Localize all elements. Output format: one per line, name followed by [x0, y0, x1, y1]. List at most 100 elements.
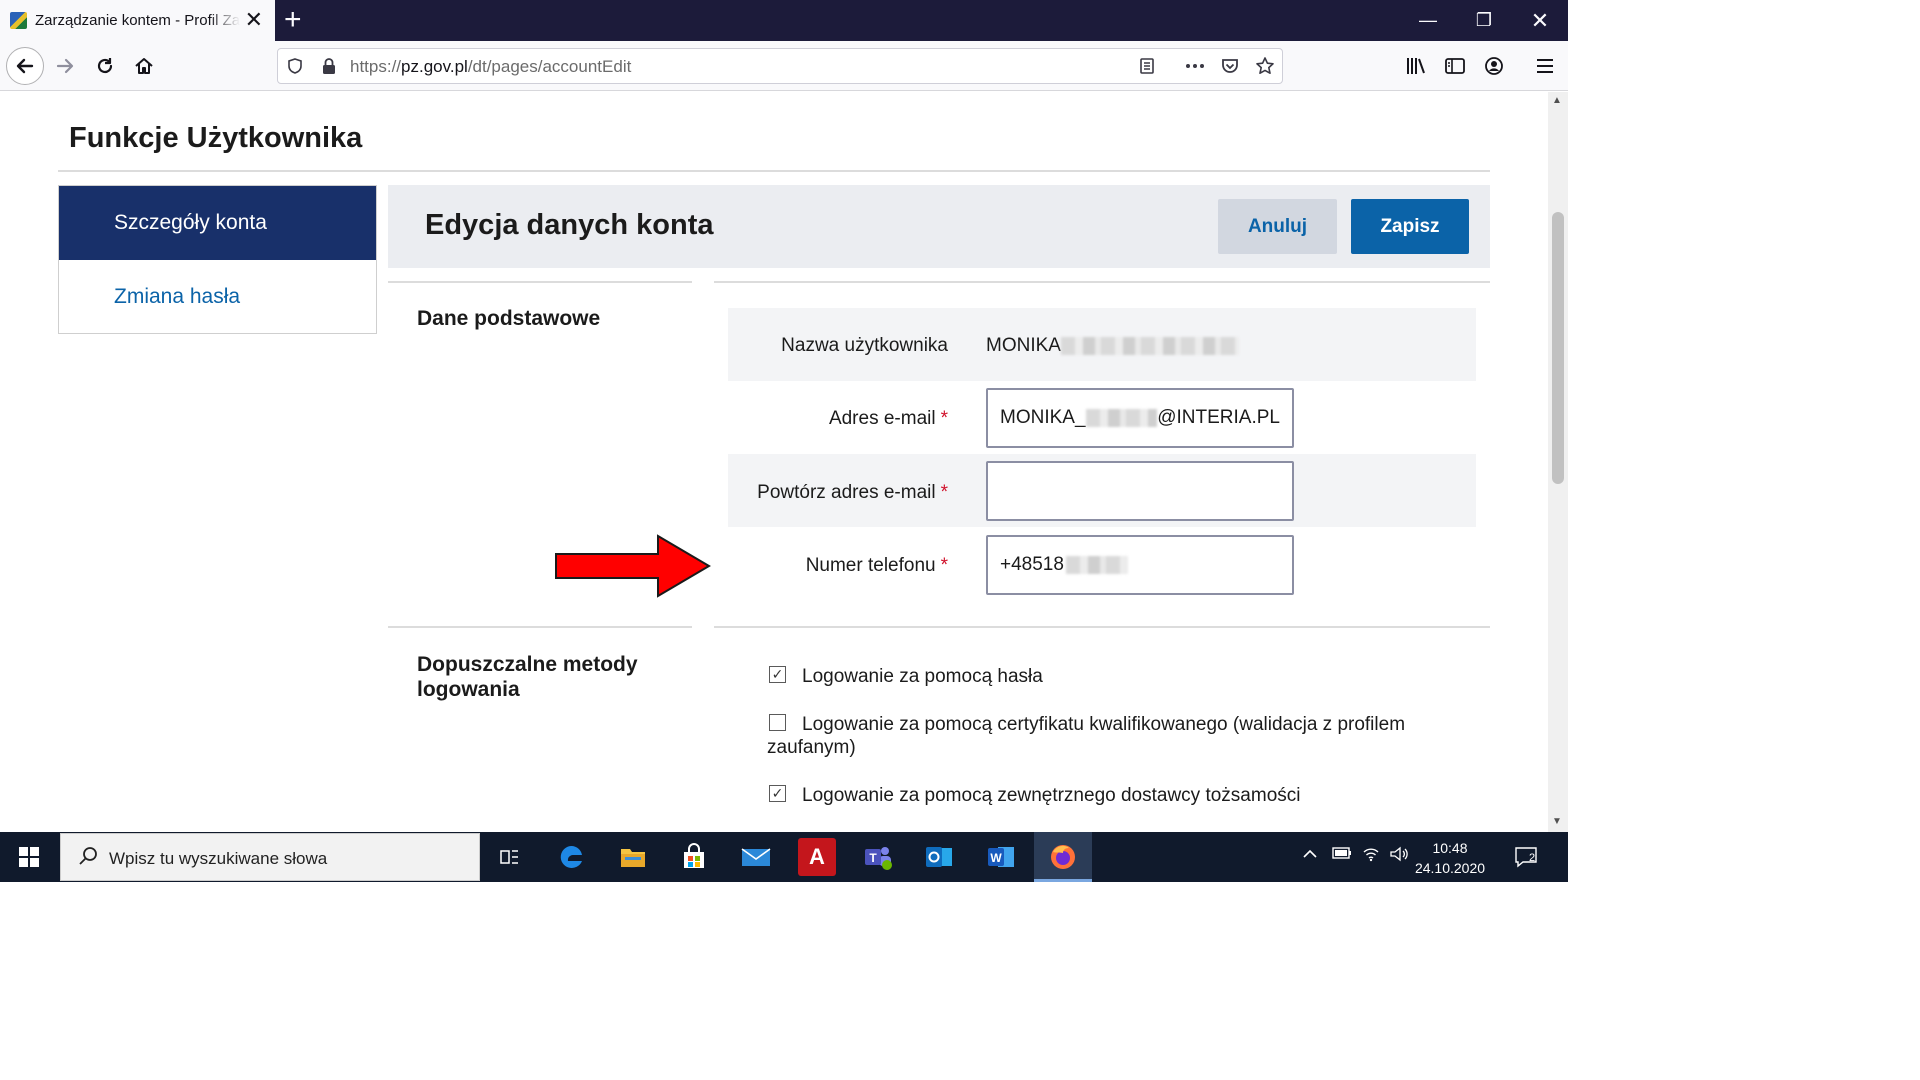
username-text: MONIKA: [986, 335, 1061, 356]
tab-title: Zarządzanie kontem - Profil Zaufany: [35, 12, 240, 29]
close-window-button[interactable]: ✕: [1512, 0, 1568, 41]
search-icon: [77, 845, 99, 873]
section-divider: [714, 626, 1490, 628]
more-icon[interactable]: [1184, 55, 1206, 77]
forward-button[interactable]: [47, 48, 83, 84]
file-explorer-icon[interactable]: [614, 838, 652, 876]
page-title: Funkcje Użytkownika: [69, 122, 363, 154]
checkbox-external-idp-login[interactable]: ✓: [769, 785, 786, 802]
menu-icon: [1537, 59, 1553, 73]
certificate-login-label: Logowanie za pomocą certyfikatu kwalifik…: [767, 714, 1406, 758]
redacted-blur: [1065, 556, 1128, 574]
url-scheme: https://: [350, 57, 402, 76]
lock-icon[interactable]: [318, 55, 340, 77]
save-button[interactable]: Zapisz: [1351, 199, 1469, 254]
checkmark-icon: ✓: [771, 785, 784, 801]
basic-data-title: Dane podstawowe: [417, 307, 601, 330]
home-icon: [135, 58, 153, 74]
pocket-icon[interactable]: [1219, 55, 1241, 77]
new-tab-button[interactable]: +: [284, 4, 302, 36]
battery-icon[interactable]: [1332, 846, 1352, 864]
library-button[interactable]: [1398, 48, 1434, 84]
notification-center[interactable]: 2: [1514, 846, 1538, 874]
restore-button[interactable]: ❐: [1456, 0, 1512, 41]
reader-view-icon[interactable]: [1136, 55, 1158, 77]
section-divider: [714, 281, 1490, 283]
edge-icon[interactable]: [553, 838, 591, 876]
back-button[interactable]: [6, 47, 44, 85]
email-label: Adres e-mail *: [688, 408, 948, 430]
password-login-label: Logowanie za pomocą hasła: [802, 666, 1043, 687]
shield-icon[interactable]: [284, 55, 306, 77]
scroll-up-icon[interactable]: ▲: [1552, 95, 1562, 106]
taskbar-clock[interactable]: 10:48 24.10.2020: [1412, 838, 1488, 878]
edit-header: Edycja danych konta Anuluj Zapisz: [388, 185, 1490, 268]
url-host: pz.gov.pl: [401, 57, 468, 76]
title-divider: [58, 170, 1490, 172]
edit-title: Edycja danych konta: [425, 209, 714, 241]
firefox-icon[interactable]: [1044, 838, 1082, 876]
start-button[interactable]: [0, 832, 58, 882]
task-view-icon[interactable]: [491, 838, 529, 876]
phone-label-text: Numer telefonu: [805, 555, 936, 576]
email-repeat-label: Powtórz adres e-mail *: [688, 482, 948, 504]
browser-toolbar: https://pz.gov.pl/dt/pages/accountEdit: [0, 41, 1568, 91]
notification-count: 2: [1529, 852, 1536, 864]
username-label: Nazwa użytkownika: [781, 335, 948, 356]
username-value: MONIKA: [986, 335, 1239, 357]
annotation-arrow-icon: [555, 534, 711, 598]
cancel-button[interactable]: Anuluj: [1218, 199, 1337, 254]
required-mark: *: [940, 555, 948, 576]
bookmark-star-icon[interactable]: [1254, 55, 1276, 77]
svg-text:T: T: [869, 851, 877, 865]
url-text[interactable]: https://pz.gov.pl/dt/pages/accountEdit: [350, 57, 631, 77]
ipocc-icon[interactable]: A: [798, 838, 836, 876]
address-bar[interactable]: https://pz.gov.pl/dt/pages/accountEdit: [277, 48, 1283, 84]
site-favicon-icon: [10, 12, 27, 29]
checkmark-icon: ✓: [771, 666, 784, 682]
browser-tab-strip: Zarządzanie kontem - Profil Zaufany ✕ + …: [0, 0, 1568, 41]
word-icon[interactable]: W: [982, 838, 1020, 876]
wifi-icon[interactable]: [1362, 846, 1380, 867]
minimize-button[interactable]: —: [1400, 0, 1456, 41]
sidebar-icon: [1445, 58, 1465, 74]
scroll-thumb[interactable]: [1552, 212, 1564, 484]
account-icon: [1485, 57, 1503, 75]
store-icon[interactable]: [675, 838, 713, 876]
checkbox-password-login[interactable]: ✓: [769, 666, 786, 683]
scroll-down-icon[interactable]: ▼: [1552, 816, 1562, 827]
forward-icon: [56, 58, 74, 74]
mail-icon[interactable]: [737, 838, 775, 876]
taskbar-search[interactable]: Wpisz tu wyszukiwane słowa: [60, 833, 480, 881]
sidebar-button[interactable]: [1437, 48, 1473, 84]
library-icon: [1407, 58, 1425, 74]
volume-icon[interactable]: [1389, 846, 1409, 867]
svg-text:W: W: [990, 851, 1002, 865]
outlook-icon[interactable]: [920, 838, 958, 876]
browser-tab[interactable]: Zarządzanie kontem - Profil Zaufany ✕: [0, 0, 275, 41]
redacted-blur: [1060, 336, 1239, 355]
email-value-end: @INTERIA.PL: [1157, 407, 1280, 428]
phone-field[interactable]: +48518: [986, 535, 1294, 595]
search-placeholder: Wpisz tu wyszukiwane słowa: [109, 849, 328, 868]
show-hidden-icons-icon[interactable]: [1302, 846, 1318, 864]
email-field[interactable]: MONIKA_ @INTERIA.PL: [986, 388, 1294, 448]
tab-close-icon[interactable]: ✕: [245, 9, 263, 31]
page-content: Funkcje Użytkownika Szczegóły konta Zmia…: [0, 92, 1548, 832]
sidebar-item-account-details[interactable]: Szczegóły konta: [59, 186, 376, 260]
clock-date: 24.10.2020: [1414, 860, 1486, 876]
section-divider: [388, 626, 692, 628]
email-repeat-field[interactable]: [986, 461, 1294, 521]
login-methods-title: Dopuszczalne metody logowania: [417, 653, 638, 701]
section-divider: [388, 281, 692, 283]
email-value-start: MONIKA_: [1000, 407, 1086, 428]
account-button[interactable]: [1476, 48, 1512, 84]
sidebar-item-change-password[interactable]: Zmiana hasła: [59, 260, 376, 333]
windows-taskbar: Wpisz tu wyszukiwane słowa A T W 10:48 2…: [0, 832, 1568, 882]
email-repeat-label-text: Powtórz adres e-mail: [757, 482, 936, 503]
reload-button[interactable]: [87, 48, 123, 84]
home-button[interactable]: [126, 48, 162, 84]
menu-button[interactable]: [1527, 48, 1563, 84]
page-scrollbar[interactable]: ▲ ▼: [1548, 92, 1568, 832]
teams-icon[interactable]: T: [859, 838, 897, 876]
